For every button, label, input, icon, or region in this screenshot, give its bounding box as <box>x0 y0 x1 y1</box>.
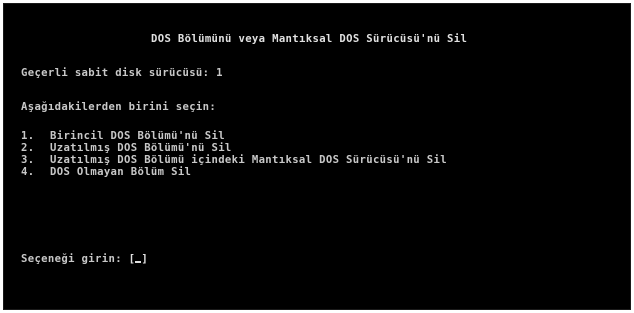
input-bracket-open: [ <box>128 253 136 265</box>
screen-title: DOS Bölümünü veya Mantıksal DOS Sürücüsü… <box>151 33 468 45</box>
instruction-text: Aşağıdakilerden birini seçin: <box>21 101 217 113</box>
prompt-label: Seçeneği girin: <box>21 253 122 265</box>
dos-console-window: DOS Bölümünü veya Mantıksal DOS Sürücüsü… <box>3 3 631 310</box>
current-drive-label: Geçerli sabit disk sürücüsü: <box>21 67 210 79</box>
menu-item-1[interactable]: 1. Birincil DOS Bölümü'nü Sil <box>21 130 225 142</box>
current-drive-value: 1 <box>216 67 223 79</box>
menu-item-label: Birincil DOS Bölümü'nü Sil <box>50 130 225 142</box>
choice-prompt: Seçeneği girin: [] <box>21 252 148 265</box>
current-drive-line: Geçerli sabit disk sürücüsü: 1 <box>21 67 223 79</box>
menu-item-3[interactable]: 3. Uzatılmış DOS Bölümü içindeki Mantıksa… <box>21 154 447 166</box>
menu-item-label: Uzatılmış DOS Bölümü içindeki Mantıksal … <box>50 154 447 166</box>
menu-item-label: DOS Olmayan Bölüm Sil <box>50 166 192 178</box>
menu-item-label: Uzatılmış DOS Bölümü'nü Sil <box>50 142 232 154</box>
menu-item-number: 2. <box>21 142 35 154</box>
menu-item-number: 4. <box>21 166 35 178</box>
menu-item-2[interactable]: 2. Uzatılmış DOS Bölümü'nü Sil <box>21 142 232 154</box>
fdisk-screen: DOS Bölümünü veya Mantıksal DOS Sürücüsü… <box>4 4 630 309</box>
menu-item-4[interactable]: 4. DOS Olmayan Bölüm Sil <box>21 166 191 178</box>
menu-item-number: 1. <box>21 130 35 142</box>
menu-item-number: 3. <box>21 154 35 166</box>
input-bracket-close: ] <box>141 253 149 265</box>
choice-input[interactable]: [] <box>129 252 148 265</box>
